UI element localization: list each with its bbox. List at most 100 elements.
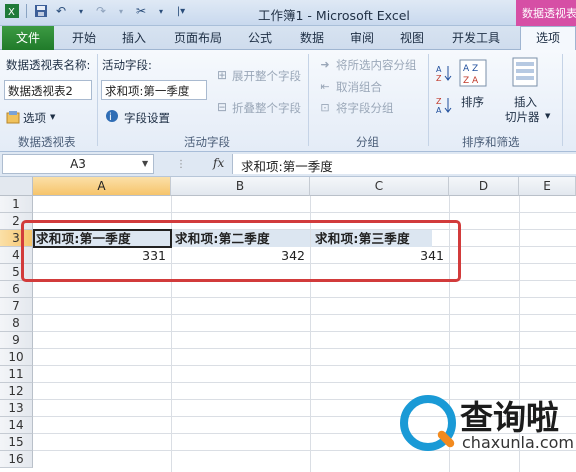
- grid-line: [33, 331, 576, 332]
- pivot-tools-context-tab[interactable]: 数据透视表: [516, 0, 576, 26]
- sort-button[interactable]: 排序: [461, 94, 484, 110]
- insert-slicer-label[interactable]: 插入: [514, 94, 537, 110]
- grid-line: [33, 365, 576, 366]
- formula-bar-handle-icon[interactable]: ⋮: [176, 157, 186, 171]
- slicer-dropdown-icon[interactable]: ▼: [545, 112, 550, 120]
- row-header-14[interactable]: 14: [0, 417, 33, 434]
- redo-icon[interactable]: ↷: [93, 3, 109, 19]
- row-header-10[interactable]: 10: [0, 349, 33, 366]
- row-header-13[interactable]: 13: [0, 400, 33, 417]
- options-icon: [6, 110, 20, 124]
- ungroup-button[interactable]: 取消组合: [336, 79, 382, 95]
- column-header-c[interactable]: C: [310, 177, 449, 196]
- grid-line: [33, 297, 576, 298]
- title-bar: X ↶ ▾ ↷ ▾ ✂ ▾ |▾ 工作簿1 - Microsoft Excel …: [0, 0, 576, 26]
- grid-line: [33, 382, 576, 383]
- group-selection-button[interactable]: 将所选内容分组: [336, 57, 417, 73]
- expand-field-button[interactable]: 展开整个字段: [232, 68, 301, 84]
- row-header-12[interactable]: 12: [0, 383, 33, 400]
- column-header-a[interactable]: A: [33, 177, 171, 196]
- select-all-corner[interactable]: [0, 177, 33, 196]
- watermark-url: chaxunla.com: [462, 433, 574, 452]
- tab-developer[interactable]: 开发工具: [452, 29, 500, 46]
- row-header-11[interactable]: 11: [0, 366, 33, 383]
- name-box[interactable]: A3: [2, 154, 154, 174]
- row-header-9[interactable]: 9: [0, 332, 33, 349]
- svg-text:A: A: [436, 65, 442, 74]
- options-dropdown-icon[interactable]: ▼: [50, 113, 55, 121]
- grid-line: [33, 212, 576, 213]
- grid-line: [33, 314, 576, 315]
- svg-text:A: A: [436, 106, 442, 114]
- tab-formulas[interactable]: 公式: [248, 29, 272, 46]
- formula-input[interactable]: 求和项:第一季度: [232, 154, 576, 174]
- group-field-icon: ⊡: [320, 100, 330, 114]
- group-divider: [97, 54, 98, 146]
- row-header-1[interactable]: 1: [0, 196, 33, 213]
- collapse-field-icon: ⊟: [216, 100, 228, 114]
- svg-text:Z: Z: [436, 97, 442, 106]
- sort-ascending-icon[interactable]: AZ: [436, 64, 452, 82]
- tab-file[interactable]: 文件: [2, 26, 54, 50]
- ribbon: 数据透视表名称: 数据透视表2 选项 ▼ 数据透视表 活动字段: 求和项:第一季…: [0, 50, 576, 152]
- highlight-annotation-box: [21, 220, 461, 282]
- options-button[interactable]: 选项: [23, 110, 46, 126]
- pivot-group-label: 数据透视表: [18, 135, 76, 149]
- svg-text:Z A: Z A: [463, 76, 479, 86]
- customize-qat-icon[interactable]: |▾: [173, 3, 189, 19]
- group-divider: [562, 54, 563, 146]
- field-settings-button[interactable]: 字段设置: [124, 110, 170, 126]
- undo-dropdown-icon[interactable]: ▾: [73, 3, 89, 19]
- insert-function-icon[interactable]: fx: [213, 156, 224, 170]
- row-header-7[interactable]: 7: [0, 298, 33, 315]
- save-icon[interactable]: [33, 3, 49, 19]
- redo-dropdown-icon[interactable]: ▾: [113, 3, 129, 19]
- tool-dropdown-icon[interactable]: ▾: [153, 3, 169, 19]
- svg-text:i: i: [109, 112, 112, 123]
- pivot-name-input[interactable]: 数据透视表2: [4, 80, 92, 100]
- customize-tool-icon[interactable]: ✂: [133, 3, 149, 19]
- field-settings-icon: i: [104, 108, 120, 124]
- expand-field-icon: ⊞: [216, 68, 228, 82]
- pivot-name-label: 数据透视表名称:: [6, 58, 91, 72]
- undo-icon[interactable]: ↶: [53, 3, 69, 19]
- column-header-b[interactable]: B: [171, 177, 310, 196]
- sort-descending-icon[interactable]: ZA: [436, 96, 452, 114]
- tab-home[interactable]: 开始: [72, 29, 96, 46]
- tab-page-layout[interactable]: 页面布局: [174, 29, 222, 46]
- row-header-16[interactable]: 16: [0, 451, 33, 468]
- column-header-d[interactable]: D: [449, 177, 519, 196]
- grid-line: [33, 348, 576, 349]
- svg-text:X: X: [8, 7, 15, 18]
- window-title: 工作簿1 - Microsoft Excel: [258, 8, 410, 23]
- group-divider: [308, 54, 309, 146]
- tab-insert[interactable]: 插入: [122, 29, 146, 46]
- tab-data[interactable]: 数据: [300, 29, 324, 46]
- slicer-label[interactable]: 切片器: [505, 109, 540, 125]
- excel-logo-icon: X: [4, 3, 20, 19]
- active-field-input[interactable]: 求和项:第一季度: [101, 80, 207, 100]
- sort-group-label: 排序和筛选: [462, 135, 520, 149]
- tab-review[interactable]: 审阅: [350, 29, 374, 46]
- ribbon-tabs: 文件 开始 插入 页面布局 公式 数据 审阅 视图 开发工具 选项: [0, 26, 576, 51]
- tab-view[interactable]: 视图: [400, 29, 424, 46]
- collapse-field-button[interactable]: 折叠整个字段: [232, 100, 301, 116]
- row-header-15[interactable]: 15: [0, 434, 33, 451]
- svg-text:Z: Z: [436, 74, 442, 82]
- slicer-icon[interactable]: [510, 56, 540, 88]
- name-box-dropdown-icon[interactable]: ▼: [142, 159, 148, 168]
- row-header-6[interactable]: 6: [0, 281, 33, 298]
- column-header-e[interactable]: E: [519, 177, 576, 196]
- group-field-button[interactable]: 将字段分组: [336, 100, 394, 116]
- sort-icon[interactable]: A Z Z A: [458, 58, 488, 88]
- group-group-label: 分组: [356, 135, 379, 149]
- watermark: 查询啦 chaxunla.com: [400, 385, 574, 465]
- row-header-8[interactable]: 8: [0, 315, 33, 332]
- active-field-group-label: 活动字段: [184, 135, 230, 149]
- group-divider: [428, 54, 429, 146]
- tab-options[interactable]: 选项: [520, 26, 576, 51]
- quick-access-toolbar: X ↶ ▾ ↷ ▾ ✂ ▾ |▾: [4, 3, 189, 19]
- formula-bar: A3 ▼ ⋮ fx 求和项:第一季度: [0, 152, 576, 177]
- svg-text:A Z: A Z: [463, 64, 478, 74]
- group-selection-icon: ➜: [320, 57, 330, 71]
